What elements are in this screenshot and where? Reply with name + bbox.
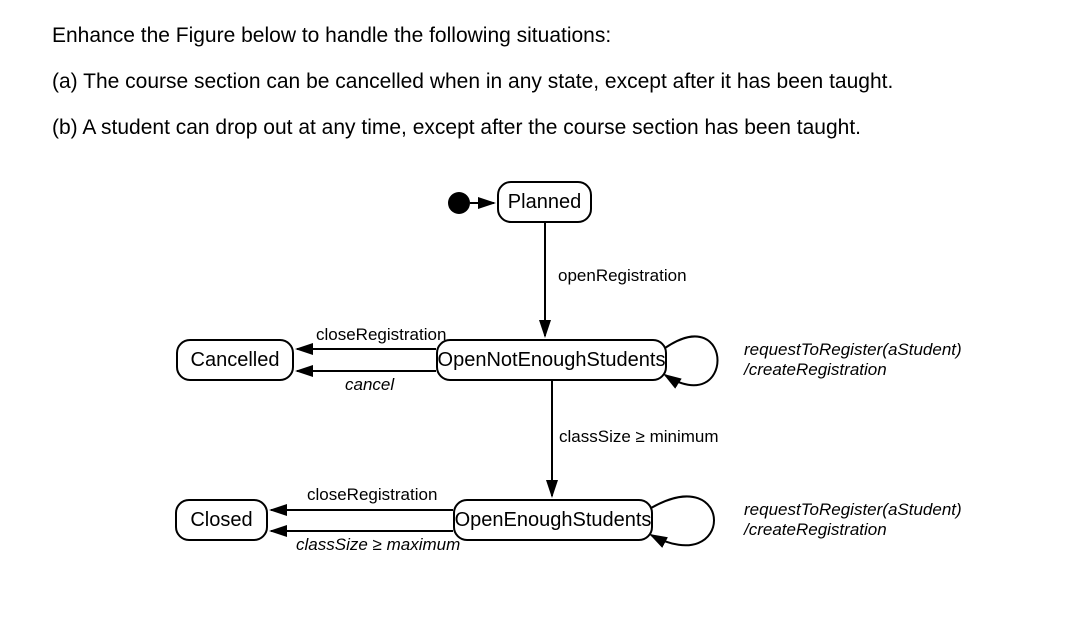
- prompt-line-2: (a) The course section can be cancelled …: [52, 68, 893, 95]
- state-closed: Closed: [175, 499, 268, 541]
- label-open-registration: openRegistration: [558, 266, 687, 286]
- state-open-enough-students: OpenEnoughStudents: [453, 499, 653, 541]
- label-close-registration-2: closeRegistration: [307, 485, 437, 505]
- label-close-registration-1: closeRegistration: [316, 325, 446, 345]
- state-planned: Planned: [497, 181, 592, 223]
- prompt-line-3: (b) A student can drop out at any time, …: [52, 114, 861, 141]
- label-selfloop2-action: /createRegistration: [744, 520, 887, 540]
- prompt-line-1: Enhance the Figure below to handle the f…: [52, 22, 611, 49]
- label-selfloop2-trigger: requestToRegister(aStudent): [744, 500, 962, 520]
- label-class-size-min: classSize ≥ minimum: [559, 427, 719, 447]
- label-cancel: cancel: [345, 375, 394, 395]
- label-selfloop1-action: /createRegistration: [744, 360, 887, 380]
- initial-state-dot: [448, 192, 470, 214]
- label-class-size-max: classSize ≥ maximum: [296, 535, 460, 555]
- label-selfloop1-trigger: requestToRegister(aStudent): [744, 340, 962, 360]
- state-cancelled: Cancelled: [176, 339, 294, 381]
- state-open-not-enough-students: OpenNotEnoughStudents: [436, 339, 667, 381]
